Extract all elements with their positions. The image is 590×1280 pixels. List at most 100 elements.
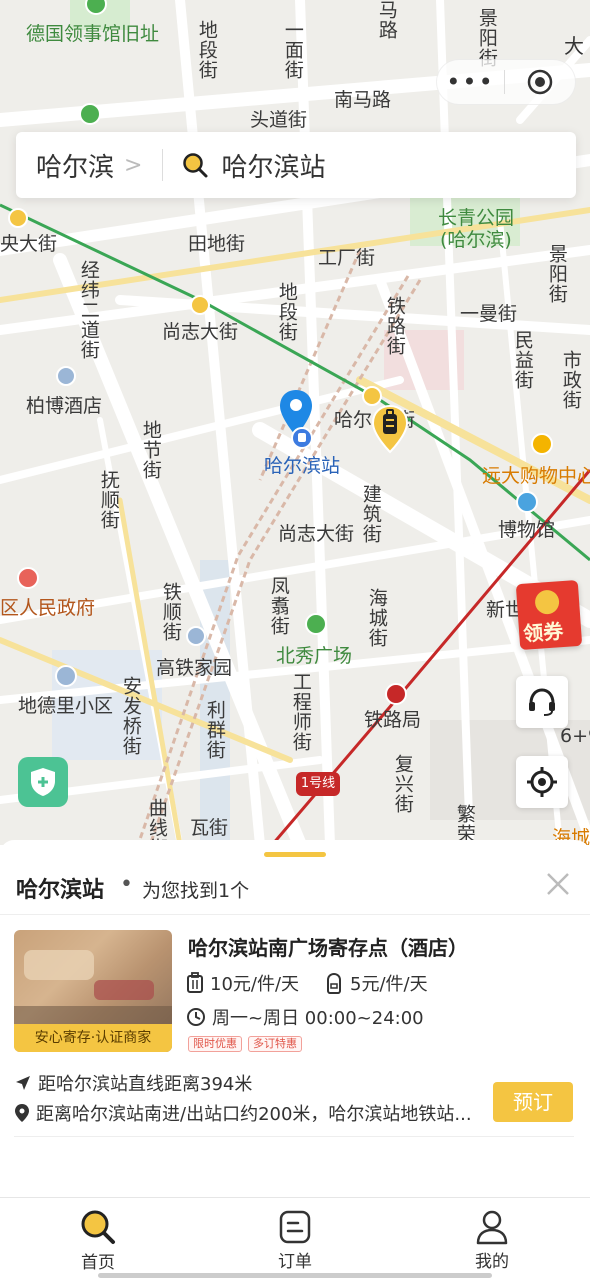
sheet-header: 哈尔滨站 • 为您找到1个 — [0, 868, 590, 914]
shield-icon — [31, 768, 55, 796]
more-menu-button[interactable]: ••• — [437, 68, 504, 96]
map-label: 景阳街 — [545, 244, 568, 304]
map-label: 铁路街 — [383, 296, 406, 356]
map-label: 工程师街 — [289, 672, 312, 752]
tab-orders[interactable]: 订单 — [197, 1198, 393, 1272]
address-info: 距离哈尔滨站南进/出站口约200米，哈尔滨站地铁站... — [14, 1100, 474, 1126]
drag-handle[interactable] — [264, 852, 326, 857]
miniprogram-capsule: ••• — [436, 59, 576, 105]
search-divider — [162, 149, 164, 181]
business-hours: 周一~周日 00:00~24:00 — [186, 1004, 424, 1030]
map-label: 地段街 — [195, 20, 218, 80]
map-label: 德国领事馆旧址 — [26, 23, 160, 45]
map-label: 地德里小区 — [18, 695, 114, 717]
map-label: 工厂街 — [318, 247, 376, 269]
map-label: 利群街 — [203, 700, 226, 760]
separator-dot: • — [120, 872, 133, 897]
clock-icon — [187, 1008, 205, 1026]
tab-mine-label: 我的 — [475, 1252, 509, 1272]
map-label: 田地街 — [188, 233, 246, 255]
suitcase-icon — [187, 972, 203, 993]
map-label: 一曼街 — [460, 303, 518, 325]
coupon-button[interactable]: 领券 — [515, 579, 583, 651]
map-label: 马路 — [375, 0, 398, 40]
map-label: 尚志大街 — [278, 523, 355, 545]
crosshair-icon — [527, 767, 557, 797]
map-label: 瓦街 — [190, 817, 229, 839]
result-divider — [14, 1136, 574, 1137]
bag-price-text: 5元/件/天 — [350, 974, 428, 995]
close-icon[interactable] — [544, 870, 572, 898]
tab-orders-label: 订单 — [278, 1252, 312, 1272]
luggage-price: 10元/件/天 — [186, 970, 299, 996]
user-icon — [476, 1210, 508, 1244]
map-label: 抚顺街 — [97, 470, 120, 530]
status-text: 大 — [564, 34, 584, 58]
map-label: 哈尔 — [334, 409, 373, 431]
map-label: 尚志大街 — [162, 321, 239, 343]
safety-guarantee-button[interactable] — [18, 757, 68, 807]
coin-icon — [534, 589, 560, 615]
map-label: 高铁家园 — [156, 657, 233, 679]
city-selector[interactable]: 哈尔滨 — [16, 147, 114, 184]
distance-text: 距哈尔滨站直线距离394米 — [38, 1074, 253, 1095]
sheet-divider — [0, 914, 590, 915]
order-icon — [279, 1210, 311, 1243]
close-miniprogram-button[interactable] — [505, 68, 575, 96]
map-label: 地节街 — [139, 420, 162, 480]
navigation-arrow-icon — [16, 1076, 30, 1090]
map-pin-icon — [15, 1104, 29, 1122]
map-label: 铁顺街 — [159, 582, 182, 642]
tab-mine[interactable]: 我的 — [394, 1198, 590, 1272]
map-label: 地段街 — [275, 282, 298, 342]
map-label: (哈尔滨) — [440, 229, 512, 251]
certified-badge: 安心寄存·认证商家 — [14, 1024, 172, 1052]
shop-thumbnail: 安心寄存·认证商家 — [14, 930, 172, 1052]
map-label: 复兴街 — [391, 754, 414, 814]
map-label: 区人民政府 — [0, 597, 96, 619]
shop-name: 哈尔滨站南广场寄存点（酒店） — [188, 936, 468, 960]
map-label: 海城街 — [365, 588, 388, 648]
coupon-label: 领券 — [522, 619, 564, 646]
map-label: 北秀广场 — [276, 645, 353, 667]
hours-text: 周一~周日 00:00~24:00 — [212, 1008, 424, 1029]
map-label: 远大购物中心 — [482, 465, 590, 487]
sheet-title: 哈尔滨站 — [16, 878, 105, 903]
map-label: 建筑街 — [359, 484, 382, 544]
tab-home[interactable]: 首页 — [0, 1198, 196, 1273]
search-icon — [81, 1210, 115, 1244]
map-label: 一面街 — [281, 20, 304, 80]
promo-tag: 多订特惠 — [248, 1036, 302, 1052]
map-label: 曲线街 — [145, 798, 168, 845]
train-station-icon — [291, 427, 313, 449]
search-bar[interactable]: 哈尔滨 > 哈尔滨站 — [16, 132, 576, 198]
search-input[interactable]: 哈尔滨站 — [221, 147, 325, 184]
map-label: 6+9 — [560, 725, 590, 747]
map-label: 柏博酒店 — [26, 395, 103, 417]
map-label: 凤翥街 — [267, 576, 290, 636]
luggage-price-text: 10元/件/天 — [210, 974, 300, 995]
map-label: 博物馆 — [498, 519, 556, 541]
map-label: 民益街 — [511, 330, 534, 390]
luggage-storage-marker[interactable] — [370, 404, 410, 454]
map-label: 南马路 — [334, 89, 392, 111]
map-label: 安发桥街 — [119, 676, 142, 756]
tab-home-label: 首页 — [81, 1253, 115, 1273]
customer-service-button[interactable] — [516, 676, 568, 728]
map-view[interactable]: 德国领事馆旧址 地段街 一面街 马路 南马路 景阳街 头道街 景阳街 长青公园 (哈尔滨) 央大街田… — [0, 0, 590, 845]
target-icon — [527, 69, 553, 95]
map-label: 繁荣街 — [453, 804, 476, 845]
backpack-icon — [327, 972, 341, 994]
map-label: 长青公园 — [438, 207, 515, 229]
chevron-right-icon: > — [124, 152, 143, 178]
result-count: 为您找到1个 — [142, 880, 250, 902]
storage-result-card[interactable]: 安心寄存·认证商家 哈尔滨站南广场寄存点（酒店） 10元/件/天 5元/件/天 … — [0, 928, 590, 1138]
map-label: 市政街 — [559, 350, 582, 410]
promo-tag: 限时优惠 — [188, 1036, 242, 1052]
bag-price: 5元/件/天 — [324, 970, 428, 996]
book-button[interactable]: 预订 — [493, 1082, 573, 1122]
map-label: 哈尔滨站 — [264, 455, 341, 477]
map-label: 头道街 — [250, 109, 308, 131]
map-label: 经纬二道街 — [77, 260, 100, 360]
locate-me-button[interactable] — [516, 756, 568, 808]
